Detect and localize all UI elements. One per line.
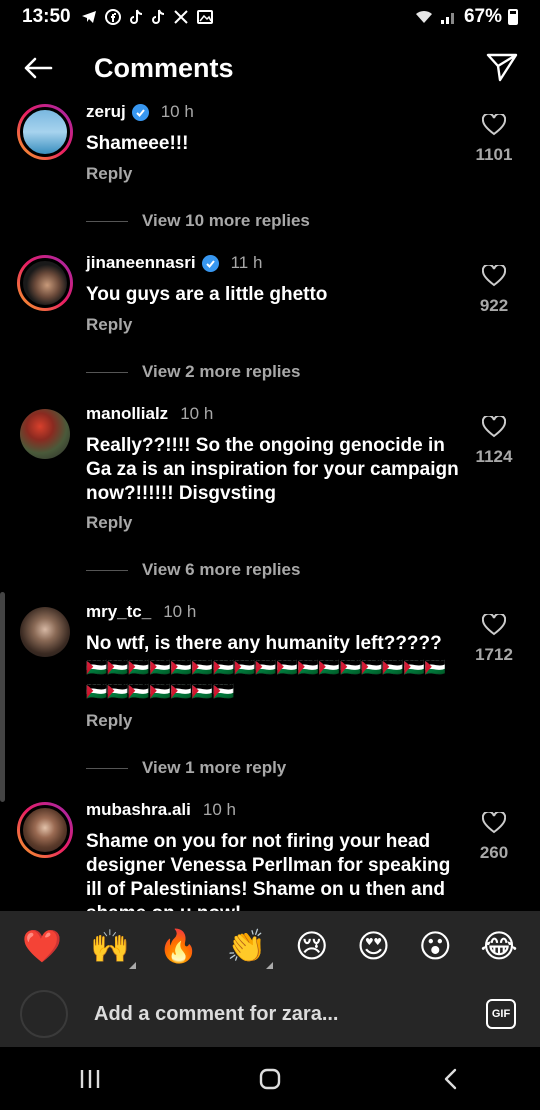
like-button[interactable]: 1101 (472, 112, 516, 165)
gif-button[interactable]: GIF (486, 999, 516, 1029)
comment-text: You guys are a little ghetto (86, 284, 328, 305)
heart-icon (481, 612, 507, 636)
comment-time: 10 h (160, 102, 194, 121)
verified-icon (131, 103, 149, 121)
emoji-heart-eyes[interactable]: 😍 (357, 927, 390, 965)
comment-input-row: Add a comment for zara... GIF (0, 981, 540, 1047)
reply-button[interactable]: Reply (86, 315, 132, 335)
comment-text: Really??!!!! So the ongoing genocide in … (86, 435, 459, 504)
avatar[interactable] (17, 104, 73, 160)
back-button[interactable] (8, 40, 68, 96)
page-title: Comments (94, 52, 234, 83)
heart-icon (481, 414, 507, 438)
reply-button[interactable]: Reply (86, 164, 132, 184)
recent-apps-button[interactable] (50, 1049, 130, 1109)
quick-reaction-bar: ❤️ 🙌 🔥 👏 😢 😍 😮 😂 (0, 911, 540, 981)
arrow-left-icon (24, 57, 53, 79)
share-button[interactable] (486, 52, 518, 87)
avatar[interactable] (17, 255, 73, 311)
comment-username[interactable]: mubashra.ali 10 h (86, 800, 236, 820)
system-back-button[interactable] (410, 1049, 490, 1109)
wifi-icon (415, 10, 432, 23)
telegram-icon (81, 11, 96, 23)
like-count: 1124 (475, 447, 513, 466)
comment-time: 10 h (180, 404, 214, 423)
comment-time: 11 h (230, 253, 263, 272)
status-time: 13:50 (22, 6, 71, 27)
battery-icon (508, 9, 518, 25)
view-more-replies[interactable]: View 6 more replies (86, 560, 300, 580)
battery-level: 67% (463, 6, 502, 27)
like-button[interactable]: 1712 (472, 612, 516, 665)
send-icon (486, 53, 518, 82)
reply-button[interactable]: Reply (86, 711, 132, 731)
gallery-icon (196, 10, 213, 24)
comment-time: 10 h (163, 602, 197, 621)
emoji-heart[interactable]: ❤️ (22, 927, 62, 965)
avatar[interactable] (17, 802, 73, 858)
reply-button[interactable]: Reply (86, 513, 132, 533)
heart-icon (481, 263, 507, 287)
like-button[interactable]: 1124 (472, 414, 516, 467)
home-icon (259, 1068, 281, 1089)
heart-icon (481, 810, 507, 834)
view-more-replies[interactable]: View 1 more reply (86, 758, 286, 778)
heart-icon (481, 112, 507, 136)
emoji-clap[interactable]: 👏 (227, 927, 273, 969)
comment-time: 10 h (202, 800, 236, 819)
like-count: 260 (479, 843, 509, 862)
facebook-icon (104, 9, 121, 25)
like-button[interactable]: 260 (472, 810, 516, 863)
emoji-fire[interactable]: 🔥 (159, 927, 199, 965)
own-avatar (20, 990, 68, 1038)
x-icon (173, 10, 188, 24)
comments-list: zeruj 10 h Shameee!!! Reply 1101 View 10… (0, 96, 540, 911)
comment-text: Shame on you for not firing your head de… (86, 831, 451, 911)
like-count: 1712 (475, 645, 513, 664)
tiktok-icon (129, 9, 142, 24)
avatar[interactable] (17, 604, 73, 660)
notification-icons (81, 9, 213, 25)
header: Comments (0, 40, 540, 96)
comment-flags: 🇵🇸🇵🇸🇵🇸🇵🇸🇵🇸🇵🇸🇵🇸🇵🇸🇵🇸🇵🇸🇵🇸🇵🇸🇵🇸🇵🇸🇵🇸🇵🇸🇵🇸🇵🇸🇵🇸🇵🇸… (86, 658, 446, 701)
home-button[interactable] (230, 1049, 310, 1109)
avatar[interactable] (17, 406, 73, 462)
view-more-replies[interactable]: View 10 more replies (86, 211, 310, 231)
like-count: 1101 (475, 145, 513, 164)
comment-username[interactable]: jinaneennasri 11 h (86, 253, 262, 273)
tiktok-icon (151, 9, 164, 24)
like-button[interactable]: 922 (472, 263, 516, 316)
like-count: 922 (479, 296, 509, 315)
emoji-crying[interactable]: 😢 (295, 927, 328, 965)
comment-text: No wtf, is there any humanity left????? (86, 633, 442, 654)
comment-text: Shameee!!! (86, 133, 189, 154)
comment-username[interactable]: mry_tc_ 10 h (86, 602, 196, 622)
status-bar: 13:50 67% (0, 0, 540, 34)
emoji-surprised[interactable]: 😮 (419, 927, 452, 965)
recent-apps-icon (80, 1069, 100, 1088)
view-more-replies[interactable]: View 2 more replies (86, 362, 300, 382)
emoji-raised-hands[interactable]: 🙌 (90, 927, 137, 969)
signal-icon (440, 13, 454, 24)
comment-username[interactable]: manollialz 10 h (86, 404, 213, 424)
emoji-laughing[interactable]: 😂 (480, 927, 517, 965)
comment-username[interactable]: zeruj 10 h (86, 102, 194, 122)
verified-icon (201, 254, 219, 272)
back-icon (444, 1068, 457, 1089)
system-nav-bar (0, 1047, 540, 1110)
comment-input[interactable]: Add a comment for zara... (94, 1003, 339, 1026)
